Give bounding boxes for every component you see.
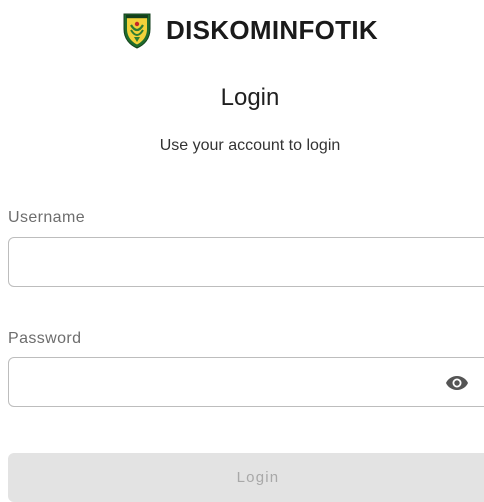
brand-name: DISKOMINFOTIK bbox=[166, 14, 378, 45]
eye-icon[interactable] bbox=[445, 371, 469, 395]
username-field-container bbox=[8, 237, 484, 287]
username-label: Username bbox=[8, 209, 86, 226]
page-subtitle: Use your account to login bbox=[159, 137, 341, 154]
username-input[interactable] bbox=[9, 238, 484, 286]
password-label: Password bbox=[8, 330, 82, 347]
brand-header: DISKOMINFOTIK bbox=[0, 10, 484, 50]
regional-emblem-shield-icon bbox=[123, 13, 151, 49]
password-input[interactable] bbox=[9, 358, 484, 406]
login-button[interactable]: Login bbox=[8, 453, 484, 502]
page-title: Login bbox=[220, 84, 280, 111]
password-field-container bbox=[8, 357, 484, 407]
